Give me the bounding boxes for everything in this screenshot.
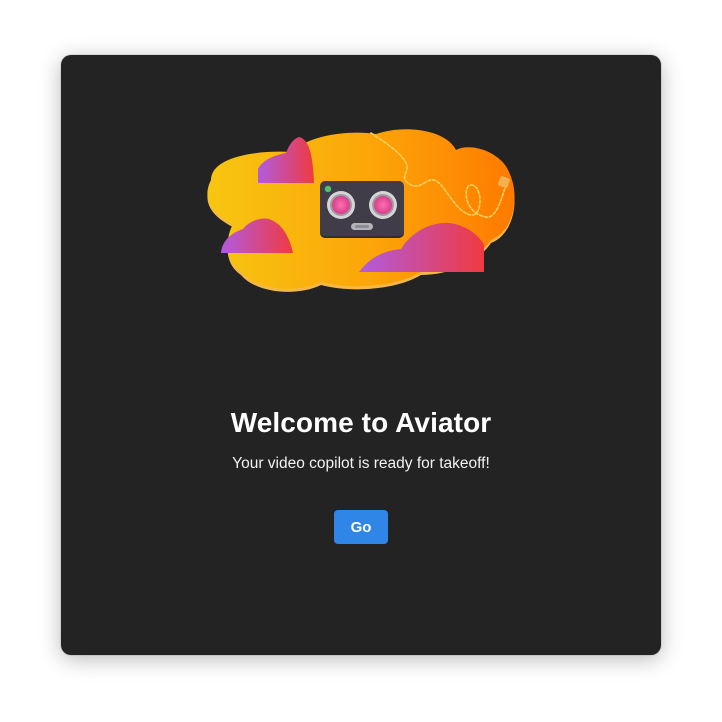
subtitle: Your video copilot is ready for takeoff! [232, 455, 490, 472]
page-title: Welcome to Aviator [230, 407, 492, 438]
go-button[interactable]: Go [334, 510, 388, 544]
robot-face [320, 181, 404, 238]
welcome-dialog: Welcome to Aviator Your video copilot is… [61, 55, 661, 655]
robot-cloud-illustration [207, 129, 515, 292]
